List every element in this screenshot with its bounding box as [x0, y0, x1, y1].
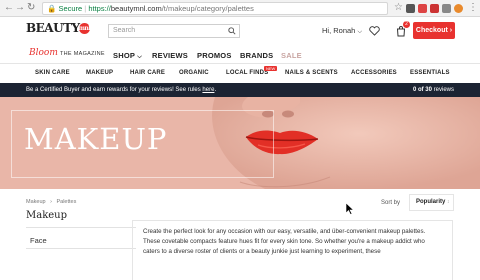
divider [26, 227, 136, 228]
checkout-button[interactable]: Checkout › [413, 22, 455, 39]
promo-link[interactable]: here [202, 87, 214, 93]
category-makeup[interactable]: MAKEUP [86, 70, 113, 76]
category-essentials[interactable]: ESSENTIALS [410, 70, 450, 76]
magazine-link[interactable]: THE MAGAZINE [60, 51, 105, 57]
extension-icon[interactable] [406, 4, 415, 13]
divider [26, 248, 136, 249]
forward-icon[interactable]: → [15, 3, 25, 13]
category-nails-scents[interactable]: NAILS & SCENTS [285, 70, 338, 76]
search-placeholder: Search [113, 27, 136, 34]
wishlist-heart-icon[interactable] [369, 26, 380, 36]
breadcrumb-palettes[interactable]: Palettes [56, 199, 76, 205]
account-menu[interactable]: Hi, Ronah ⌵ [322, 26, 362, 36]
nav-sale[interactable]: SALE [281, 51, 302, 60]
page-title: Makeup [26, 210, 68, 221]
bloom-logo[interactable]: Bloom [29, 48, 58, 58]
cart-count-badge: 2 [403, 21, 410, 28]
mouse-cursor-icon [346, 203, 354, 215]
menu-icon[interactable]: ⋮ [468, 3, 478, 13]
lock-icon: 🔒 [47, 4, 57, 13]
reload-icon[interactable]: ↻ [27, 3, 35, 13]
category-local-finds[interactable]: LOCAL FINDS [226, 70, 268, 76]
chevron-down-icon: ⌵ [137, 54, 142, 60]
nav-promos[interactable]: PROMOS [197, 51, 232, 60]
browser-toolbar: ← → ↻ 🔒 Secure | https://beautymnl.com/t… [0, 0, 480, 17]
bookmark-star-icon[interactable]: ☆ [394, 3, 403, 13]
review-progress: 0 of 30 reviews [412, 87, 454, 93]
site-logo[interactable]: BEAUTYmnl [26, 21, 91, 35]
url-host: beautymnl.com [110, 4, 162, 13]
back-icon[interactable]: ← [4, 3, 14, 13]
category-organic[interactable]: ORGANIC [179, 70, 209, 76]
url-path: /t/makeup/category/palettes [161, 4, 254, 13]
category-hair-care[interactable]: HAIR CARE [130, 70, 165, 76]
category-accessories[interactable]: ACCESSORIES [351, 70, 397, 76]
chevron-down-icon: ⌵ [357, 29, 363, 35]
nav-reviews[interactable]: REVIEWS [152, 51, 188, 60]
extension-icon[interactable] [430, 4, 439, 13]
promo-bar: Be a Certified Buyer and earn rewards fo… [0, 83, 480, 97]
category-description: Create the perfect look for any occasion… [132, 220, 453, 280]
breadcrumb-makeup[interactable]: Makeup [26, 199, 46, 205]
search-icon[interactable] [228, 27, 236, 35]
nav-shop[interactable]: SHOP ⌵ [113, 51, 142, 61]
secure-label: Secure [58, 4, 83, 13]
nav-brands[interactable]: BRANDS [240, 51, 273, 60]
hero-title: MAKEUP [24, 122, 168, 156]
search-input[interactable]: Search [108, 24, 240, 38]
extension-icon[interactable] [418, 4, 427, 13]
url-protocol: https:// [88, 4, 111, 13]
breadcrumb: Makeup › Palettes [26, 199, 77, 205]
promo-text: Be a Certified Buyer and earn rewards fo… [26, 87, 217, 93]
sidebar-item-face[interactable]: Face [30, 236, 47, 245]
sort-select[interactable]: Popularity ↕ [409, 194, 454, 211]
category-skin-care[interactable]: SKIN CARE [35, 70, 70, 76]
extension-icon[interactable] [454, 4, 463, 13]
sort-label: Sort by [381, 200, 401, 206]
logo-badge: mnl [78, 23, 91, 34]
new-badge: NEW [264, 66, 278, 71]
address-bar[interactable]: 🔒 Secure | https://beautymnl.com/t/makeu… [42, 2, 388, 15]
extension-icon[interactable] [442, 4, 451, 13]
chevron-down-icon: ↕ [447, 199, 450, 205]
